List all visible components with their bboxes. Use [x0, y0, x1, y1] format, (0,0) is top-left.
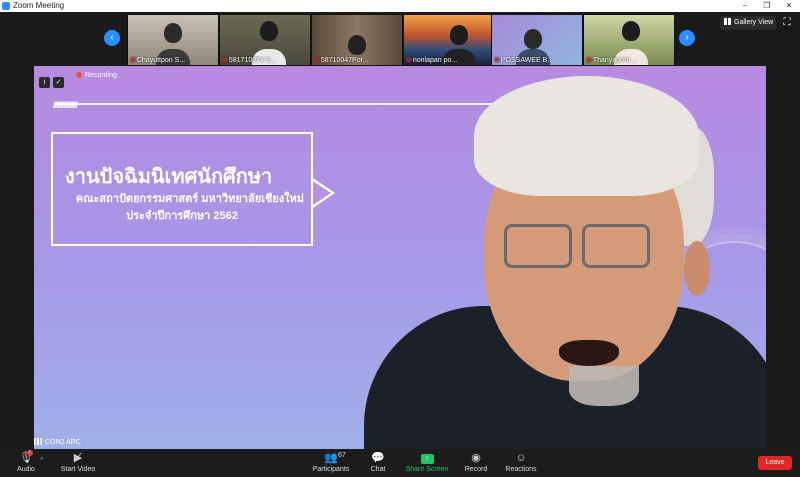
muted-mic-icon: ⊘ — [586, 57, 592, 64]
start-video-button[interactable]: ▶̸ Start Video — [58, 452, 98, 473]
speaker-ear — [684, 241, 710, 296]
grid-icon — [724, 18, 731, 25]
active-speaker-video: i ✓ Recording //////////////// งานปัจฉิมน… — [34, 66, 766, 449]
microphone-icon: 🎙 — [19, 452, 33, 464]
reactions-button[interactable]: ☺ Reactions — [503, 452, 539, 473]
participant-name: ⊘nonlapan po... — [406, 57, 458, 64]
audio-warning-badge: ! — [27, 450, 33, 456]
share-screen-button[interactable]: ↑ Share Screen — [404, 452, 450, 473]
slide-stripes: //////////////// — [53, 100, 78, 110]
participant-video — [524, 29, 542, 49]
recording-label: Recording — [85, 72, 117, 79]
speaker-name: CON2 ARC — [45, 439, 81, 446]
reactions-icon: ☺ — [515, 452, 527, 464]
close-button[interactable]: ✕ — [778, 0, 800, 12]
glasses-lens — [582, 224, 650, 268]
participant-name: ⊘POSSAWEE B... — [494, 57, 554, 64]
maximize-button[interactable]: ❐ — [756, 0, 778, 12]
recording-indicator[interactable]: Recording — [76, 72, 117, 79]
leave-button[interactable]: Leave — [758, 456, 792, 470]
signal-icon — [34, 438, 42, 445]
participant-video — [450, 25, 468, 45]
video-off-icon: ▶̸ — [73, 452, 83, 464]
window-title: Zoom Meeting — [13, 1, 65, 10]
glasses-lens — [504, 224, 572, 268]
reactions-label: Reactions — [505, 466, 537, 473]
meeting-toolbar — [0, 449, 800, 477]
participant-tile[interactable]: ⊘581710074 S... — [219, 14, 311, 66]
participant-tile[interactable]: ⊘58710047Por... — [311, 14, 403, 66]
start-video-label: Start Video — [60, 466, 96, 473]
chat-button[interactable]: 💬 Chat — [366, 452, 390, 473]
info-icon[interactable]: i — [39, 77, 50, 88]
meeting-info-icons: i ✓ — [39, 71, 67, 89]
gallery-view-button[interactable]: Gallery View — [720, 16, 776, 30]
share-screen-icon: ↑ — [420, 454, 434, 464]
participants-label: Participants — [312, 466, 350, 473]
slide-year: ประจำปีการศึกษา 2562 — [126, 210, 238, 222]
participant-tile[interactable]: ⊘POSSAWEE B... — [491, 14, 583, 66]
speaker — [334, 66, 766, 449]
record-label: Record — [464, 466, 488, 473]
audio-options-chevron-icon[interactable]: ^ — [40, 457, 43, 464]
chat-label: Chat — [370, 466, 386, 473]
participant-tile[interactable]: ⊘Chayuttpon S... — [127, 14, 219, 66]
participants-count: 67 — [338, 452, 346, 459]
zoom-logo-icon — [2, 2, 10, 10]
shield-icon[interactable]: ✓ — [53, 77, 64, 88]
participant-video — [622, 21, 640, 41]
participant-video — [164, 23, 182, 43]
participant-name: ⊘58710047Por... — [314, 57, 369, 64]
speaker-hair — [474, 76, 699, 196]
next-page-button[interactable]: › — [679, 30, 695, 46]
share-screen-label: Share Screen — [405, 466, 449, 473]
speaker-name-label: CON2 ARC — [34, 438, 81, 446]
muted-mic-icon: ⊘ — [494, 57, 500, 64]
muted-mic-icon: ⊘ — [314, 57, 320, 64]
muted-mic-icon: ⊘ — [222, 57, 228, 64]
participant-name: ⊘Chayuttpon S... — [130, 57, 186, 64]
muted-mic-icon: ⊘ — [130, 57, 136, 64]
minimize-button[interactable]: – — [734, 0, 756, 12]
gallery-view-label: Gallery View — [734, 19, 774, 26]
participant-name: ⊘581710074 S... — [222, 57, 277, 64]
participant-name: ⊘Thanyaporn ... — [586, 57, 639, 64]
participant-video — [260, 21, 278, 41]
slide-heading: งานปัจฉิมนิเทศนักศึกษา — [65, 166, 273, 188]
previous-page-button[interactable]: ‹ — [104, 30, 120, 46]
slide-subheading: คณะสถาปัตยกรรมศาสตร์ มหาวิทยาลัยเชียงใหม… — [75, 193, 305, 205]
participant-tile[interactable]: ⊘nonlapan po... — [403, 14, 495, 66]
audio-button[interactable]: 🎙 Audio — [14, 452, 38, 473]
chat-icon: 💬 — [371, 452, 385, 464]
audio-label: Audio — [17, 466, 35, 473]
slide-title-box: งานปัจฉิมนิเทศนักศึกษา คณะสถาปัตยกรรมศาส… — [51, 132, 335, 246]
participant-video — [348, 35, 366, 55]
muted-mic-icon: ⊘ — [406, 57, 412, 64]
record-icon: ◉ — [471, 452, 481, 464]
speaker-beard — [569, 366, 639, 406]
record-button[interactable]: ◉ Record — [462, 452, 490, 473]
recording-dot-icon — [76, 72, 82, 78]
speaker-mouth — [559, 340, 619, 366]
participant-tile[interactable]: ⊘Thanyaporn ... — [583, 14, 675, 66]
title-bar: Zoom Meeting – ❐ ✕ — [0, 0, 800, 12]
speaker-glasses — [504, 224, 654, 268]
fullscreen-icon[interactable]: ⛶ — [781, 17, 793, 29]
